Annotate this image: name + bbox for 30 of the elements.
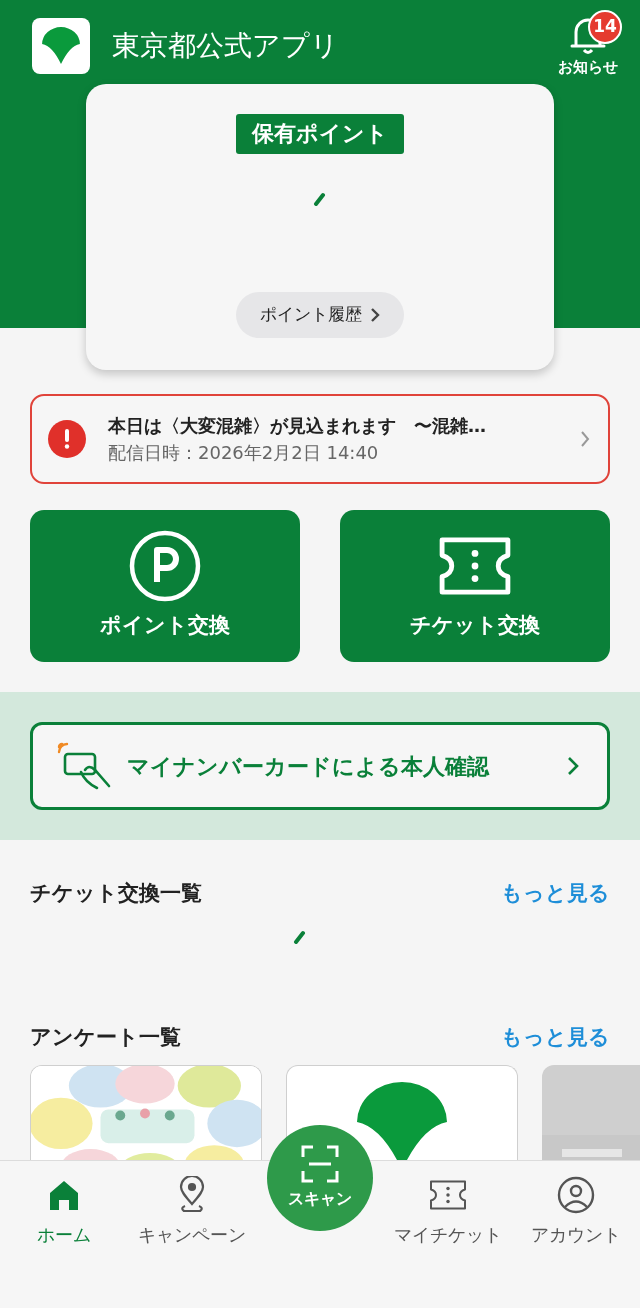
scan-button[interactable]: スキャン (267, 1125, 373, 1231)
scan-icon (301, 1145, 339, 1183)
points-label: 保有ポイント (236, 114, 404, 154)
see-more-link[interactable]: もっと見る (501, 878, 610, 910)
chevron-right-icon (567, 756, 579, 776)
point-exchange-button[interactable]: ポイント交換 (30, 510, 300, 662)
ticket-exchange-button[interactable]: チケット交換 (340, 510, 610, 662)
alert-date: 配信日時：2026年2月2日 14:40 (108, 441, 380, 465)
nav-tab[interactable]: ホーム (0, 1161, 128, 1308)
point-history-button[interactable]: ポイント履歴 (236, 292, 404, 338)
alert-banner[interactable]: 本日は〈大変混雑〉が見込まれます 〜混雑… 配信日時：2026年2月2日 14:40 (30, 394, 610, 484)
loading-spinner-icon (313, 192, 327, 206)
chevron-right-icon (370, 307, 380, 323)
identity-verification-button[interactable]: マイナンバーカードによる本人確認 (30, 722, 610, 810)
nav-tab[interactable]: マイチケット (384, 1161, 512, 1308)
chevron-right-icon (580, 430, 590, 448)
ticket-icon (428, 1179, 468, 1211)
section-title: アンケート一覧 (30, 1023, 181, 1051)
loading-spinner-icon (293, 929, 307, 944)
account-icon (557, 1176, 595, 1214)
alert-title: 本日は〈大変混雑〉が見込まれます 〜混雑… (108, 414, 487, 438)
section-title: チケット交換一覧 (30, 880, 202, 907)
notification-count: 14 (588, 10, 622, 44)
see-more-link[interactable]: もっと見る (501, 1021, 610, 1053)
nav-tab[interactable]: アカウント (512, 1161, 640, 1308)
alert-icon (48, 420, 86, 458)
nav-tab[interactable]: キャンペーン (128, 1161, 256, 1308)
app-title: 東京都公式アプリ (112, 28, 339, 64)
points-icon (129, 530, 201, 603)
ginkgo-icon (40, 26, 82, 66)
